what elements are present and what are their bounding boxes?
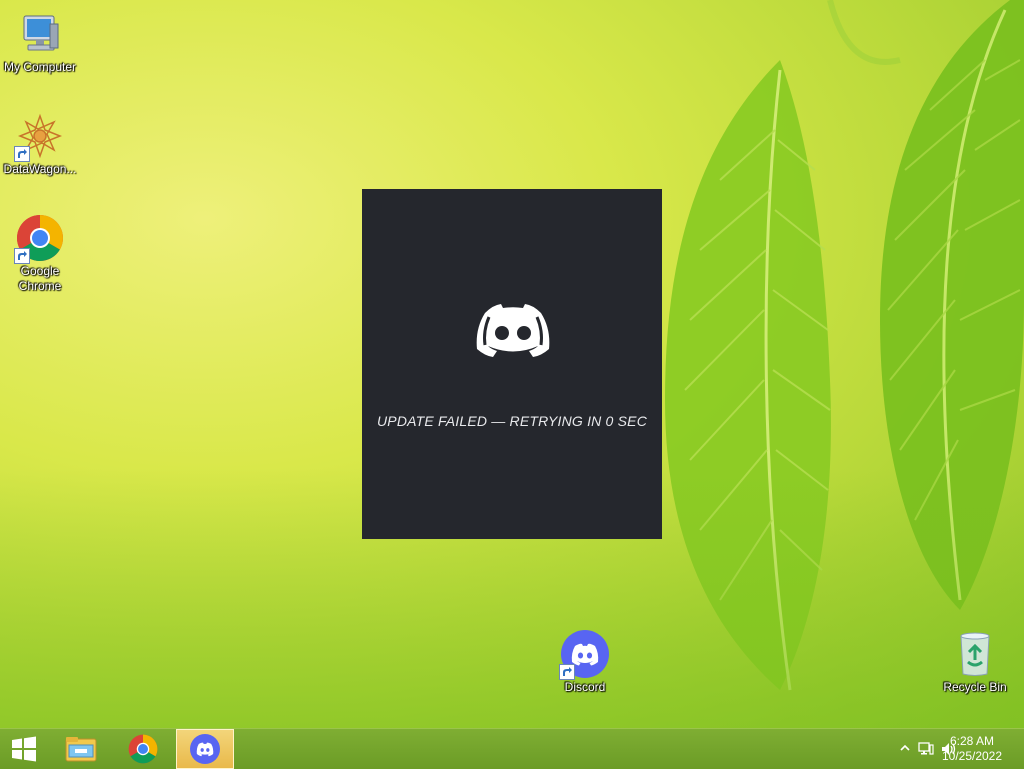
clock-time: 6:28 AM — [949, 734, 995, 748]
computer-icon — [16, 10, 64, 58]
desktop-icon-google-chrome[interactable]: Google Chrome — [0, 214, 80, 294]
taskbar-discord[interactable] — [176, 729, 234, 769]
desktop-icon-label: Recycle Bin — [943, 680, 1007, 694]
windows-logo-icon — [12, 736, 36, 762]
desktop-icon-my-computer[interactable]: My Computer — [0, 10, 80, 75]
desktop-icon-label: Discord — [564, 680, 606, 694]
discord-icon — [190, 734, 220, 764]
update-status-text: UPDATE FAILED — RETRYING IN 0 SEC — [376, 413, 648, 429]
show-hidden-icons-button[interactable] — [900, 741, 910, 760]
chevron-up-icon — [900, 744, 910, 751]
taskbar: 6:28 AM 10/25/2022 — [0, 728, 1024, 769]
clock-date: 10/25/2022 — [941, 749, 1003, 763]
recycle-bin-icon — [951, 630, 999, 678]
taskbar-chrome[interactable] — [114, 729, 172, 769]
desktop-icon-label: DataWagon... — [3, 162, 77, 176]
discord-update-splash: UPDATE FAILED — RETRYING IN 0 SEC — [362, 189, 662, 539]
desktop-icon-recycle-bin[interactable]: Recycle Bin — [935, 630, 1015, 695]
shortcut-arrow-icon — [14, 248, 30, 264]
discord-icon — [559, 630, 609, 680]
system-tray: 6:28 AM 10/25/2022 — [864, 729, 1024, 769]
taskbar-file-explorer[interactable] — [52, 729, 110, 769]
discord-logo-icon — [476, 304, 550, 357]
shortcut-arrow-icon — [559, 664, 575, 680]
desktop-icon-datawagon[interactable]: DataWagon... — [0, 112, 80, 177]
chrome-icon — [128, 734, 158, 764]
desktop-icon-label: My Computer — [3, 60, 77, 74]
shortcut-arrow-icon — [14, 146, 30, 162]
desktop-icon-label: Google Chrome — [18, 264, 62, 293]
datawagon-icon — [14, 112, 64, 162]
chrome-icon — [14, 214, 64, 264]
folder-icon — [65, 737, 97, 762]
start-button[interactable] — [0, 729, 48, 769]
desktop-icon-discord[interactable]: Discord — [545, 630, 625, 695]
taskbar-clock[interactable]: 6:28 AM 10/25/2022 — [932, 734, 1012, 764]
